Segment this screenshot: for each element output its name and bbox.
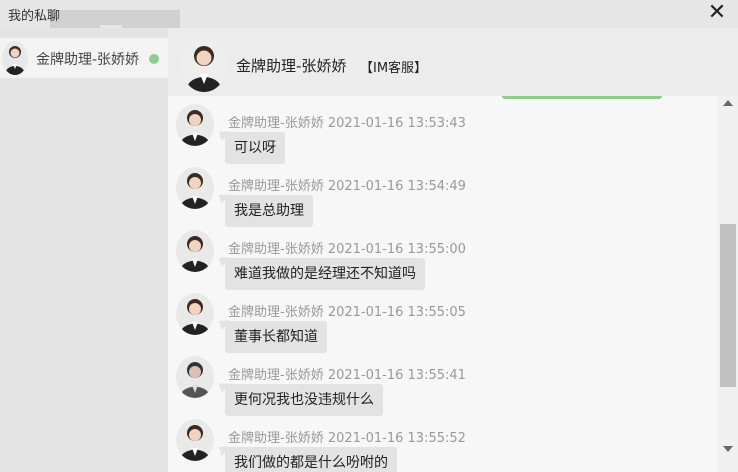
message-bubble: 更何况我也没违规什么 — [225, 384, 383, 416]
message-meta: 金牌助理-张娇娇 2021-01-16 13:54:49 — [228, 179, 466, 194]
scroll-thumb[interactable] — [720, 224, 736, 387]
contact-list: 金牌助理-张娇娇 — [0, 28, 168, 472]
avatar — [176, 167, 214, 209]
message-meta: 金牌助理-张娇娇 2021-01-16 13:55:00 — [228, 242, 466, 257]
message-item: 金牌助理-张娇娇 2021-01-16 13:55:05 董事长都知道 — [168, 289, 718, 353]
message-bubble: 我们做的都是什么吩咐的 — [225, 447, 397, 472]
window-title: 我的私聊 — [8, 9, 61, 24]
online-status-indicator — [149, 54, 159, 64]
avatar — [176, 293, 214, 335]
title-bar: 我的私聊 ✕ — [0, 0, 738, 28]
scrollbar[interactable] — [718, 96, 738, 472]
message-item: 金牌助理-张娇娇 2021-01-16 13:54:49 我是总助理 — [168, 163, 718, 227]
message-item: 金牌助理-张娇娇 2021-01-16 13:55:41 更何况我也没违规什么 — [168, 352, 718, 416]
message-bubble: 难道我做的是经理还不知道吗 — [225, 258, 425, 290]
message-meta: 金牌助理-张娇娇 2021-01-16 13:53:43 — [228, 116, 466, 131]
avatar — [176, 419, 214, 461]
message-item: 金牌助理-张娇娇 2021-01-16 13:55:00 难道我做的是经理还不知… — [168, 226, 718, 290]
chat-tag: 【IM客服】 — [360, 61, 428, 76]
message-meta: 金牌助理-张娇娇 2021-01-16 13:55:52 — [228, 431, 466, 446]
close-icon[interactable]: ✕ — [706, 2, 728, 24]
message-list: 金牌助理-张娇娇 2021-01-16 13:53:43 可以呀 金牌助理-张娇… — [168, 96, 718, 472]
message-bubble: 董事长都知道 — [225, 321, 327, 353]
message-item: 金牌助理-张娇娇 2021-01-16 13:53:43 可以呀 — [168, 100, 718, 164]
chat-title: 金牌助理-张娇娇 — [236, 57, 347, 75]
message-meta: 金牌助理-张娇娇 2021-01-16 13:55:41 — [228, 368, 466, 383]
message-bubble: 可以呀 — [225, 132, 285, 164]
chat-header: 金牌助理-张娇娇 【IM客服】 — [168, 28, 738, 96]
message-bubble: 我是总助理 — [225, 195, 313, 227]
avatar — [181, 38, 227, 92]
avatar — [176, 230, 214, 272]
avatar — [176, 104, 214, 146]
avatar — [2, 41, 28, 75]
message-meta: 金牌助理-张娇娇 2021-01-16 13:55:05 — [228, 305, 466, 320]
message-item: 金牌助理-张娇娇 2021-01-16 13:55:52 我们做的都是什么吩咐的 — [168, 415, 718, 472]
scroll-down-icon[interactable] — [723, 446, 733, 452]
avatar — [176, 356, 214, 398]
scroll-up-icon[interactable] — [723, 100, 733, 106]
new-message-indicator — [502, 96, 662, 99]
contact-item[interactable]: 金牌助理-张娇娇 — [0, 38, 168, 78]
contact-name: 金牌助理-张娇娇 — [36, 52, 140, 68]
